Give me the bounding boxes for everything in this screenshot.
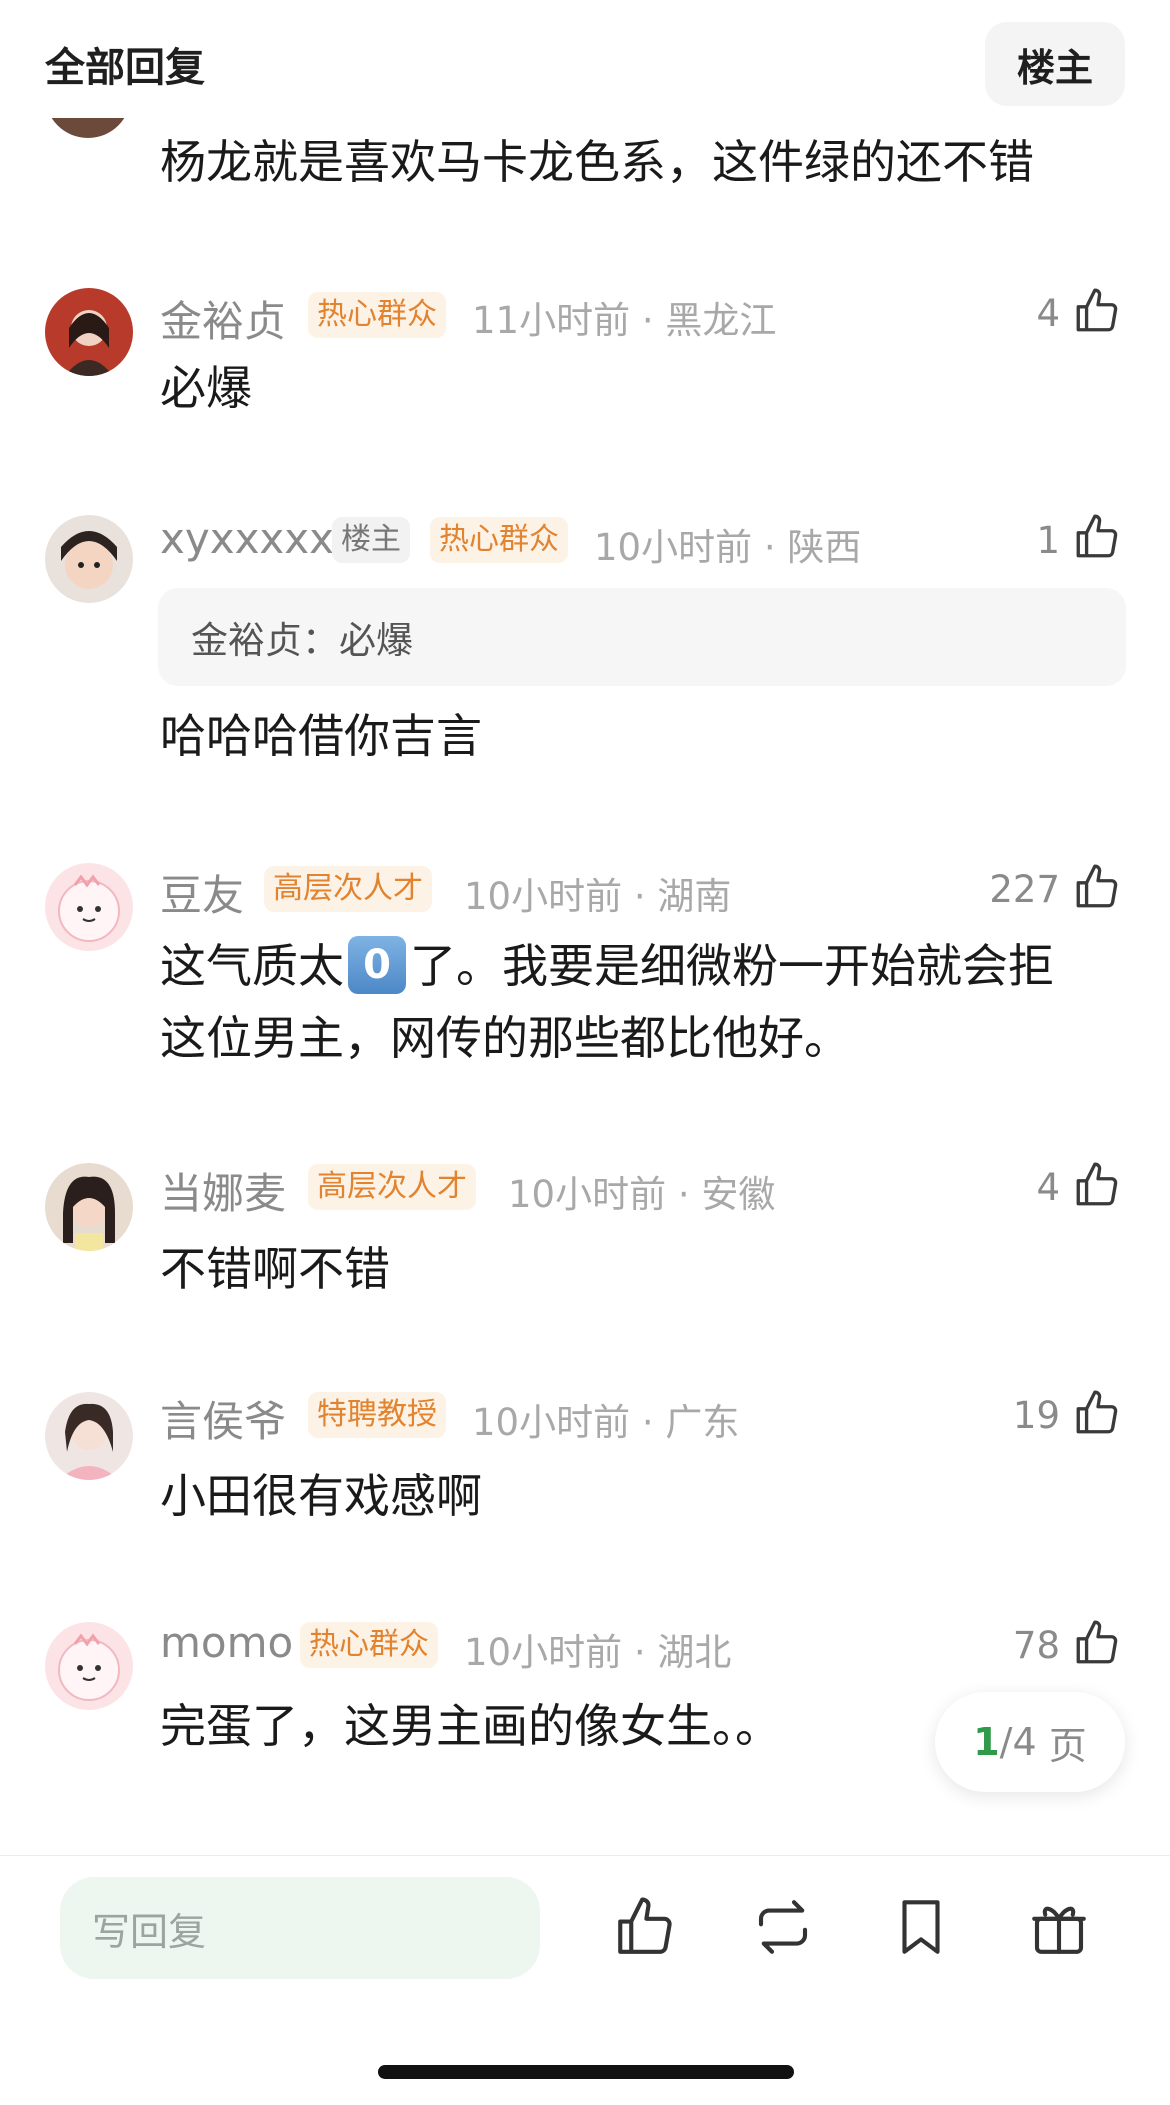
comment-text: 这位男主，网传的那些都比他好。	[160, 1011, 850, 1065]
page-title-overlay: 全部回复	[45, 45, 205, 91]
username[interactable]: momo	[160, 1618, 293, 1667]
avatar[interactable]	[45, 1392, 133, 1480]
avatar[interactable]	[45, 863, 133, 951]
avatar[interactable]	[45, 515, 133, 603]
comment-text: 这气质太 0 了。我要是细微粉一开始就会拒	[160, 930, 1054, 1002]
comment-text: 完蛋了，这男主画的像女生。。	[160, 1699, 781, 1753]
thumbs-up-icon[interactable]	[1072, 1160, 1122, 1210]
page-suffix: 页	[1048, 1723, 1087, 1768]
comment-text: 必爆	[160, 361, 252, 415]
thumbs-up-icon[interactable]	[1072, 1388, 1122, 1438]
comment-meta: 11小时前 · 黑龙江	[472, 299, 777, 342]
avatar[interactable]	[45, 288, 133, 376]
thumbs-up-icon[interactable]	[612, 1894, 678, 1960]
thumbs-up-icon[interactable]	[1072, 1618, 1122, 1668]
op-only-button-overlay[interactable]: 楼主	[985, 22, 1125, 106]
username[interactable]: 豆友	[160, 862, 244, 923]
repost-icon[interactable]	[750, 1894, 816, 1960]
like-count: 78	[1012, 1624, 1060, 1667]
comment-meta: 10小时前 · 湖南	[464, 875, 732, 918]
comment-text: 小田很有戏感啊	[160, 1469, 482, 1523]
like-count: 4	[1036, 292, 1060, 335]
thumbs-up-icon[interactable]	[1072, 286, 1122, 336]
quoted-reply[interactable]: 金裕贞：必爆	[158, 588, 1126, 686]
gift-icon[interactable]	[1026, 1894, 1092, 1960]
comment-meta: 10小时前 · 湖北	[464, 1631, 732, 1674]
comment-meta: 10小时前 · 陕西	[594, 526, 862, 569]
bookmark-icon[interactable]	[888, 1894, 954, 1960]
reply-input[interactable]: 写回复	[60, 1877, 540, 1979]
keycap-zero-emoji: 0	[348, 936, 406, 994]
thumbs-up-icon[interactable]	[1072, 512, 1122, 562]
user-badge: 特聘教授	[308, 1392, 446, 1438]
op-badge: 楼主	[332, 517, 410, 563]
comment-meta: 10小时前 · 安徽	[508, 1173, 776, 1216]
user-badge: 高层次人才	[264, 866, 432, 912]
user-badge: 热心群众	[430, 517, 568, 563]
current-page: 1	[973, 1720, 1000, 1764]
page-indicator[interactable]: 1/4 页	[935, 1692, 1125, 1792]
user-badge: 热心群众	[308, 292, 446, 338]
username[interactable]: 言侯爷	[160, 1388, 286, 1449]
username[interactable]: 金裕贞	[160, 288, 286, 349]
home-indicator[interactable]	[378, 2065, 794, 2079]
total-pages: /4	[999, 1720, 1037, 1764]
user-badge: 热心群众	[300, 1622, 438, 1668]
user-badge: 高层次人才	[308, 1164, 476, 1210]
like-count: 227	[989, 868, 1060, 911]
avatar[interactable]	[45, 1163, 133, 1251]
comment-meta: 10小时前 · 广东	[472, 1401, 740, 1444]
comment-text: 哈哈哈借你吉言	[160, 709, 482, 763]
comment-text: 杨龙就是喜欢马卡龙色系，这件绿的还不错	[160, 135, 1034, 189]
thumbs-up-icon[interactable]	[1072, 862, 1122, 912]
like-count: 4	[1036, 1166, 1060, 1209]
avatar[interactable]	[45, 1622, 133, 1710]
like-count: 1	[1036, 519, 1060, 562]
comment-text: 不错啊不错	[160, 1242, 390, 1296]
username[interactable]: 当娜麦	[160, 1160, 286, 1221]
like-count: 19	[1012, 1394, 1060, 1437]
username[interactable]: xyxxxxx	[160, 514, 334, 563]
